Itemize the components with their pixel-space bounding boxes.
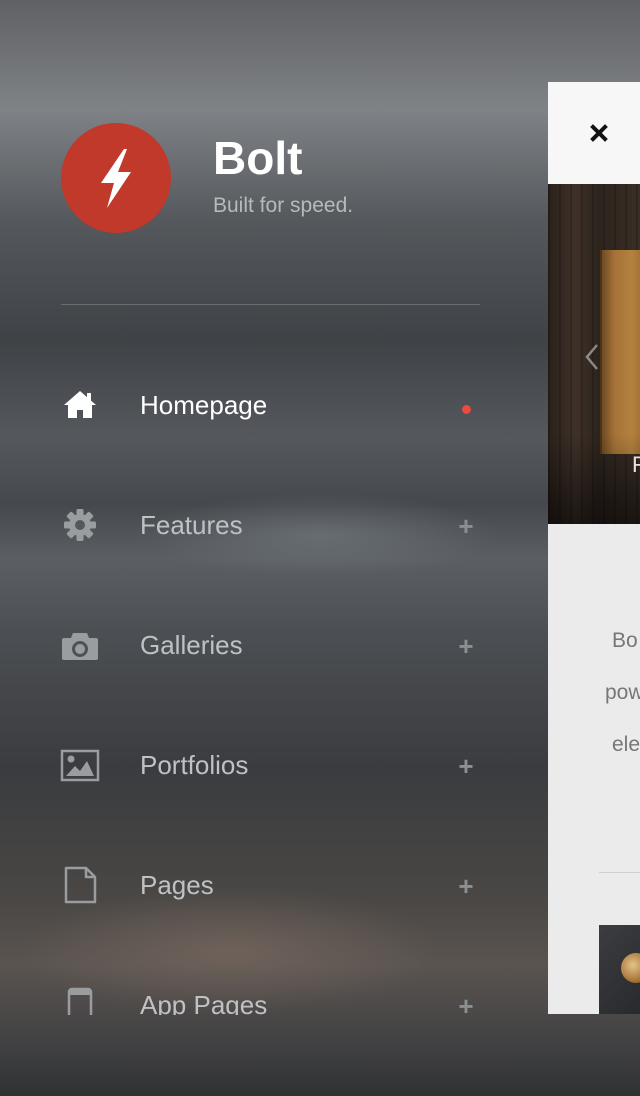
panel-divider xyxy=(599,872,640,873)
nav-label-homepage: Homepage xyxy=(140,390,268,420)
expand-plus-icon[interactable]: + xyxy=(456,753,476,779)
hero-gradient-overlay xyxy=(548,434,640,524)
menu-divider xyxy=(61,304,480,305)
nav-item-app-pages[interactable]: App Pages + xyxy=(0,945,548,1015)
image-icon xyxy=(60,745,100,785)
intro-text-line-1: Bo xyxy=(612,629,638,652)
main-nav: Homepage Features + Galleries + Portfoli… xyxy=(0,345,548,1015)
active-indicator-dot xyxy=(462,405,471,414)
nav-item-homepage[interactable]: Homepage xyxy=(0,345,548,465)
post-thumbnail[interactable] xyxy=(599,925,640,1014)
panel-header xyxy=(548,82,640,184)
nav-label-pages: Pages xyxy=(140,870,214,900)
camera-icon xyxy=(60,625,100,665)
gear-icon xyxy=(60,505,100,545)
expand-plus-icon[interactable]: + xyxy=(456,633,476,659)
chevron-left-icon xyxy=(585,344,598,370)
side-menu-drawer: Bolt Built for speed. Homepage Features … xyxy=(0,0,548,1096)
brand-name: Bolt xyxy=(213,132,303,184)
nav-label-portfolios: Portfolios xyxy=(140,750,249,780)
content-panel: F Bo pow ele xyxy=(548,82,640,1014)
thumbnail-object xyxy=(621,953,640,983)
nav-item-features[interactable]: Features + xyxy=(0,465,548,585)
intro-text-line-3: ele xyxy=(612,733,640,756)
file-icon xyxy=(60,865,100,905)
mobile-icon xyxy=(60,985,100,1015)
nav-label-galleries: Galleries xyxy=(140,630,243,660)
home-icon xyxy=(60,385,100,425)
nav-item-pages[interactable]: Pages + xyxy=(0,825,548,945)
expand-plus-icon[interactable]: + xyxy=(456,993,476,1015)
close-icon xyxy=(590,124,608,142)
intro-text-line-2: pow xyxy=(605,681,640,704)
nav-label-app-pages: App Pages xyxy=(140,990,268,1015)
nav-item-galleries[interactable]: Galleries + xyxy=(0,585,548,705)
hero-caption: F xyxy=(632,452,640,477)
brand-tagline: Built for speed. xyxy=(213,194,354,217)
expand-plus-icon[interactable]: + xyxy=(456,873,476,899)
bolt-logo xyxy=(61,123,171,233)
lightning-bolt-icon xyxy=(101,149,131,208)
hero-wooden-box xyxy=(600,250,640,454)
nav-item-portfolios[interactable]: Portfolios + xyxy=(0,705,548,825)
nav-label-features: Features xyxy=(140,510,243,540)
hero-slider[interactable]: F xyxy=(548,184,640,524)
slider-prev-button[interactable] xyxy=(584,342,600,372)
close-menu-button[interactable] xyxy=(584,118,614,148)
expand-plus-icon[interactable]: + xyxy=(456,513,476,539)
